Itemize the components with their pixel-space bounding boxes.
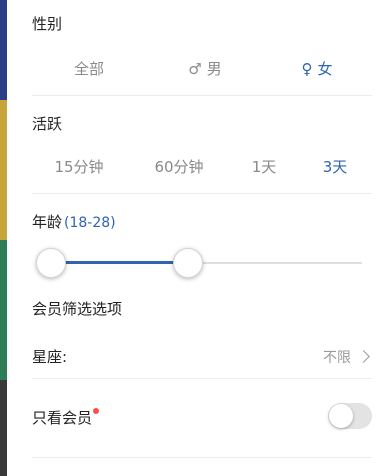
male-icon: ♂ (188, 60, 202, 78)
active-option-3day[interactable]: 3天 (323, 156, 348, 177)
age-max-handle[interactable] (173, 248, 203, 278)
divider (32, 457, 372, 458)
female-icon: ♀ (301, 60, 313, 78)
divider (32, 95, 372, 96)
gender-label: 性别 (32, 15, 63, 33)
red-dot-badge (93, 408, 100, 414)
gender-option-male[interactable]: ♂ 男 (188, 58, 221, 79)
active-options: 15分钟 60分钟 1天 3天 (7, 156, 385, 186)
active-option-1day[interactable]: 1天 (252, 156, 277, 177)
member-only-label: 只看会员 (32, 407, 100, 428)
divider (32, 378, 372, 379)
divider (32, 193, 372, 194)
active-option-15min[interactable]: 15分钟 (54, 156, 103, 177)
active-option-60min[interactable]: 60分钟 (154, 156, 203, 177)
zodiac-selector[interactable]: 不限 (323, 347, 370, 367)
active-label: 活跃 (32, 115, 63, 133)
zodiac-label: 星座: (32, 348, 68, 366)
chevron-right-icon (357, 350, 370, 363)
gender-option-female[interactable]: ♀ 女 (301, 58, 332, 79)
age-slider[interactable] (32, 248, 362, 278)
member-filter-title: 会员筛选选项 (32, 300, 123, 318)
background-edge (0, 0, 7, 476)
member-only-toggle[interactable] (328, 403, 372, 429)
toggle-knob (329, 404, 353, 428)
age-range-text: (18-28) (64, 215, 116, 231)
gender-option-all[interactable]: 全部 (74, 58, 104, 79)
gender-options: 全部 ♂ 男 ♀ 女 (7, 58, 385, 88)
slider-track-fill (50, 261, 187, 264)
age-label: 年龄 (18-28) (32, 213, 116, 231)
age-min-handle[interactable] (36, 248, 66, 278)
zodiac-value: 不限 (323, 350, 351, 366)
filter-panel: 性别 全部 ♂ 男 ♀ 女 活跃 15分钟 60分钟 1天 3天 年龄 (18-28)… (7, 0, 385, 476)
